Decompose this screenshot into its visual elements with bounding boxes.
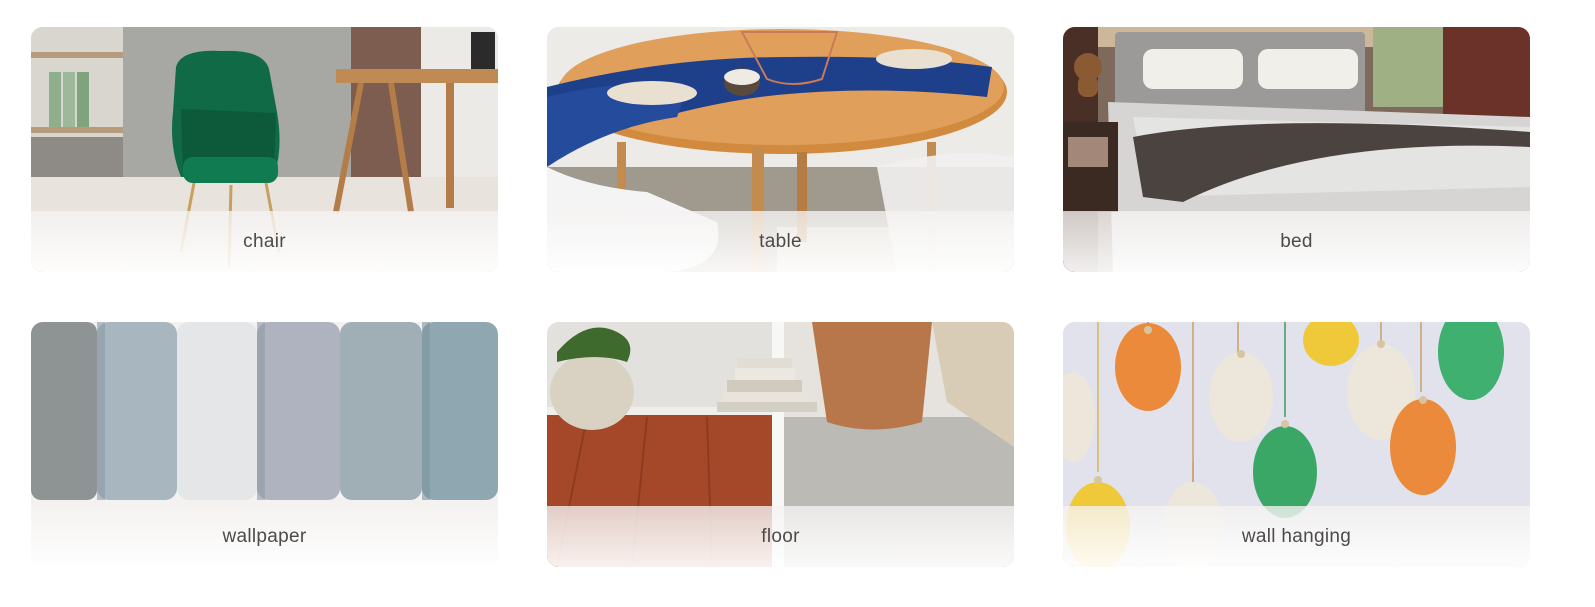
- category-label-bar: table: [547, 211, 1014, 272]
- category-label-bar: wall hanging: [1063, 506, 1530, 567]
- category-card-wall-hanging[interactable]: wall hanging: [1063, 322, 1530, 567]
- category-label: floor: [761, 525, 800, 547]
- category-card-table[interactable]: table: [547, 27, 1014, 272]
- category-label: wallpaper: [222, 525, 307, 547]
- category-label: wall hanging: [1241, 525, 1352, 547]
- category-grid: chair table bed wallpaper floor wall han…: [31, 27, 1530, 567]
- category-card-chair[interactable]: chair: [31, 27, 498, 272]
- category-label-bar: floor: [547, 506, 1014, 567]
- category-card-floor[interactable]: floor: [547, 322, 1014, 567]
- category-label-bar: wallpaper: [31, 506, 498, 567]
- category-label: table: [759, 230, 802, 252]
- category-label-bar: bed: [1063, 211, 1530, 272]
- category-label-bar: chair: [31, 211, 498, 272]
- category-card-wallpaper[interactable]: wallpaper: [31, 322, 498, 567]
- category-card-bed[interactable]: bed: [1063, 27, 1530, 272]
- category-label: bed: [1280, 230, 1313, 252]
- category-label: chair: [243, 230, 286, 252]
